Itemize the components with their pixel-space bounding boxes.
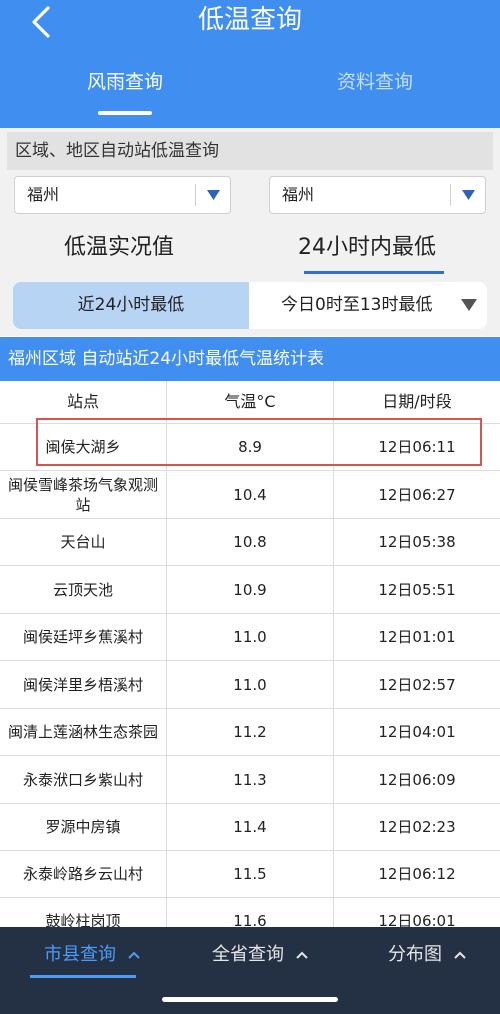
station-cell: 永泰洑口乡紫山村 [0,756,167,803]
table-row[interactable]: 云顶天池 10.9 12日05:51 [0,566,500,614]
temperature-cell: 10.9 [167,566,334,613]
dropdown-caret-icon [207,190,220,200]
table-row[interactable]: 罗源中房镇 11.4 12日02:23 [0,804,500,851]
tab-data-query[interactable]: 资料查询 [310,66,440,98]
bottom-nav: 市县查询 全省查询 分布图 [0,927,500,1014]
temperature-cell: 11.2 [167,709,334,755]
nav-distribution-label: 分布图 [388,944,442,965]
station-cell: 闽侯雪峰茶场气象观测站 [0,471,167,518]
datetime-cell: 12日04:01 [378,723,456,741]
temperature-cell: 8.9 [167,424,334,470]
segment-today-label: 今日0时至13时最低 [281,295,433,315]
select-divider [450,184,451,206]
nav-city-label: 市县查询 [44,944,116,965]
chevron-up-icon [128,951,140,959]
nav-active-indicator [30,975,136,978]
temperature-cell: 10.4 [167,471,334,518]
datetime-cell: 12日05:51 [378,580,456,599]
nav-distribution-map[interactable]: 分布图 [388,941,466,969]
temperature-cell: 11.5 [167,851,334,897]
temperature-cell: 11.4 [167,804,334,850]
area-select[interactable]: 福州 [269,176,486,214]
table-row[interactable]: 闽侯雪峰茶场气象观测站 10.4 12日06:27 [0,471,500,519]
station-cell: 天台山 [0,519,167,565]
header-station: 站点 [0,381,167,423]
chevron-up-icon [296,951,308,959]
chevron-up-icon [454,951,466,959]
station-cell: 闽侯洋里乡梧溪村 [0,661,167,708]
active-tab-indicator [98,111,152,115]
city-select[interactable]: 福州 [14,176,231,214]
home-indicator [162,997,338,1002]
table-title: 福州区域 自动站近24小时最低气温统计表 [0,337,500,381]
type-active-indicator [304,271,444,274]
temperature-cell: 11.0 [167,661,334,708]
city-select-value: 福州 [27,185,60,204]
datetime-cell: 12日06:09 [378,770,456,789]
header-datetime: 日期/时段 [382,392,452,411]
temperature-cell: 11.0 [167,614,334,660]
datetime-cell: 12日02:57 [378,675,456,694]
type-current-tab[interactable]: 低温实况值 [64,230,174,266]
datetime-cell: 12日06:27 [378,485,456,504]
dropdown-caret-icon [462,190,475,200]
segment-last-24h[interactable]: 近24小时最低 [13,282,249,329]
station-cell: 闽清上莲涵林生态茶园 [0,709,167,755]
area-select-value: 福州 [282,185,315,204]
station-cell: 永泰岭路乡云山村 [0,851,167,897]
station-cell: 闽侯廷坪乡蕉溪村 [0,614,167,660]
table-header-row: 站点 气温°C 日期/时段 [0,381,500,424]
type-min24-tab[interactable]: 24小时内最低 [298,230,436,266]
low-temp-table: 站点 气温°C 日期/时段 闽侯大湖乡 8.9 12日06:11 闽侯雪峰茶场气象观测… [0,381,500,945]
station-cell: 云顶天池 [0,566,167,613]
datetime-cell: 12日05:38 [378,533,456,551]
station-cell: 闽侯大湖乡 [0,424,167,470]
datetime-cell: 12日06:11 [378,438,456,456]
tab-weather-query[interactable]: 风雨查询 [60,66,190,98]
table-row[interactable]: 闽侯廷坪乡蕉溪村 11.0 12日01:01 [0,614,500,661]
table-row[interactable]: 永泰岭路乡云山村 11.5 12日06:12 [0,851,500,898]
table-row[interactable]: 闽侯大湖乡 8.9 12日06:11 [0,424,500,471]
header-temperature: 气温°C [167,381,334,423]
table-row[interactable]: 闽侯洋里乡梧溪村 11.0 12日02:57 [0,661,500,709]
datetime-cell: 12日06:12 [378,865,456,883]
table-row[interactable]: 闽清上莲涵林生态茶园 11.2 12日04:01 [0,709,500,756]
section-label: 区域、地区自动站低温查询 [7,132,493,170]
nav-city-query[interactable]: 市县查询 [44,941,140,969]
datetime-cell: 12日02:23 [378,818,456,836]
app-header: 低温查询 风雨查询 资料查询 [0,0,500,128]
nav-province-label: 全省查询 [212,944,284,965]
select-divider [195,184,196,206]
table-row[interactable]: 天台山 10.8 12日05:38 [0,519,500,566]
nav-province-query[interactable]: 全省查询 [212,941,308,969]
table-row[interactable]: 永泰洑口乡紫山村 11.3 12日06:09 [0,756,500,804]
temperature-cell: 11.3 [167,756,334,803]
temperature-cell: 10.8 [167,519,334,565]
query-panel: 区域、地区自动站低温查询 福州 福州 低温实况值 24小时内最低 近24小时最低… [0,128,500,336]
station-cell: 罗源中房镇 [0,804,167,850]
datetime-cell: 12日01:01 [378,628,456,646]
segment-today-0-13[interactable]: 今日0时至13时最低 [249,282,487,329]
dropdown-caret-icon [461,299,477,311]
page-title: 低温查询 [197,5,302,35]
